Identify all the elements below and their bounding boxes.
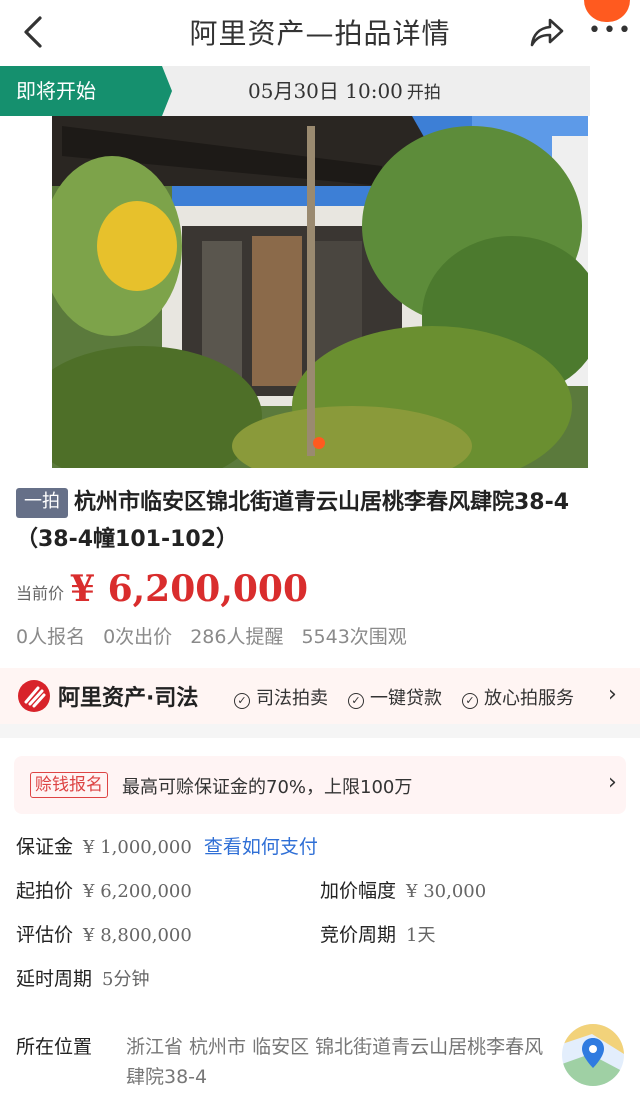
check-icon: ✓	[462, 693, 478, 709]
deposit-row: 保证金 ¥ 1,000,000 查看如何支付	[16, 832, 318, 859]
location-value: 浙江省 杭州市 临安区 锦北街道青云山居桃李春风肆院38-4	[126, 1036, 544, 1088]
location-label: 所在位置	[16, 1036, 93, 1058]
brand-name: 阿里资产·司法	[58, 686, 199, 711]
stat-reminders: 286人提醒	[190, 626, 284, 648]
lot-stats: 0人报名 0次出价 286人提醒 5543次围观	[16, 622, 425, 649]
start-price-row: 起拍价 ¥ 6,200,000	[16, 876, 192, 903]
promo-tag: 赊钱报名	[30, 772, 108, 798]
service-label: 一键贷款	[370, 688, 442, 709]
delay-value: 5分钟	[102, 969, 150, 990]
status-badge: 即将开始	[0, 66, 172, 116]
property-photo[interactable]	[52, 116, 588, 468]
more-dots-icon[interactable]: •••	[584, 0, 631, 42]
service-loan: ✓ 一键贷款	[348, 684, 442, 710]
credit-registration-banner[interactable]: 赊钱报名 最高可赊保证金的70%，上限100万 ›	[14, 756, 626, 814]
share-icon[interactable]	[528, 14, 566, 50]
service-judicial-auction: ✓ 司法拍卖	[234, 684, 328, 710]
promo-text: 最高可赊保证金的70%，上限100万	[122, 777, 413, 798]
stat-views: 5543次围观	[301, 626, 407, 648]
appraisal-value: ¥ 8,800,000	[83, 925, 192, 946]
start-time-suffix: 开拍	[406, 83, 441, 103]
check-icon: ✓	[348, 693, 364, 709]
price-value: ¥ 6,200,000	[70, 568, 309, 610]
current-price: 当前价 ¥ 6,200,000	[16, 568, 308, 610]
start-time-value: 05月30日 10:00	[248, 79, 403, 103]
start-price-label: 起拍价	[16, 880, 74, 902]
delay-row: 延时周期 5分钟	[16, 964, 149, 991]
lot-title-text: 杭州市临安区锦北街道青云山居桃李春风肆院38-4（38-4幢101-102）	[16, 490, 570, 552]
ali-assets-logo-icon	[18, 680, 50, 712]
bid-period-row: 竞价周期 1天	[320, 920, 435, 947]
start-time: 05月30日 10:00 开拍	[248, 66, 441, 118]
top-nav: 阿里资产—拍品详情 •••	[0, 0, 640, 66]
how-to-pay-link[interactable]: 查看如何支付	[204, 836, 318, 858]
service-label: 放心拍服务	[484, 688, 574, 709]
start-price-value: ¥ 6,200,000	[83, 881, 192, 902]
carousel-indicator	[313, 437, 325, 449]
round-tag: 一拍	[16, 488, 68, 518]
appraisal-label: 评估价	[16, 924, 74, 946]
lot-title: 一拍 杭州市临安区锦北街道青云山居桃李春风肆院38-4（38-4幢101-102）	[16, 484, 626, 558]
deposit-value: ¥ 1,000,000	[83, 837, 192, 858]
chevron-right-icon: ›	[608, 682, 617, 707]
increment-label: 加价幅度	[320, 880, 397, 902]
delay-label: 延时周期	[16, 968, 93, 990]
brand-strip[interactable]: 阿里资产·司法 ✓ 司法拍卖 ✓ 一键贷款 ✓ 放心拍服务 ›	[0, 668, 640, 724]
stat-bids: 0次出价	[103, 626, 173, 648]
increment-value: ¥ 30,000	[406, 881, 487, 902]
service-label: 司法拍卖	[256, 688, 328, 709]
section-divider	[0, 724, 640, 738]
service-assurance: ✓ 放心拍服务	[462, 684, 574, 710]
bid-period-value: 1天	[406, 925, 436, 946]
appraisal-row: 评估价 ¥ 8,800,000	[16, 920, 192, 947]
deposit-label: 保证金	[16, 836, 74, 858]
map-pin-icon[interactable]	[562, 1024, 624, 1086]
auction-timebar: 即将开始 05月30日 10:00 开拍	[0, 66, 590, 116]
price-label: 当前价	[16, 584, 65, 603]
bid-period-label: 竞价周期	[320, 924, 397, 946]
check-icon: ✓	[234, 693, 250, 709]
chevron-right-icon: ›	[608, 770, 617, 795]
stat-registered: 0人报名	[16, 626, 86, 648]
increment-row: 加价幅度 ¥ 30,000	[320, 876, 486, 903]
